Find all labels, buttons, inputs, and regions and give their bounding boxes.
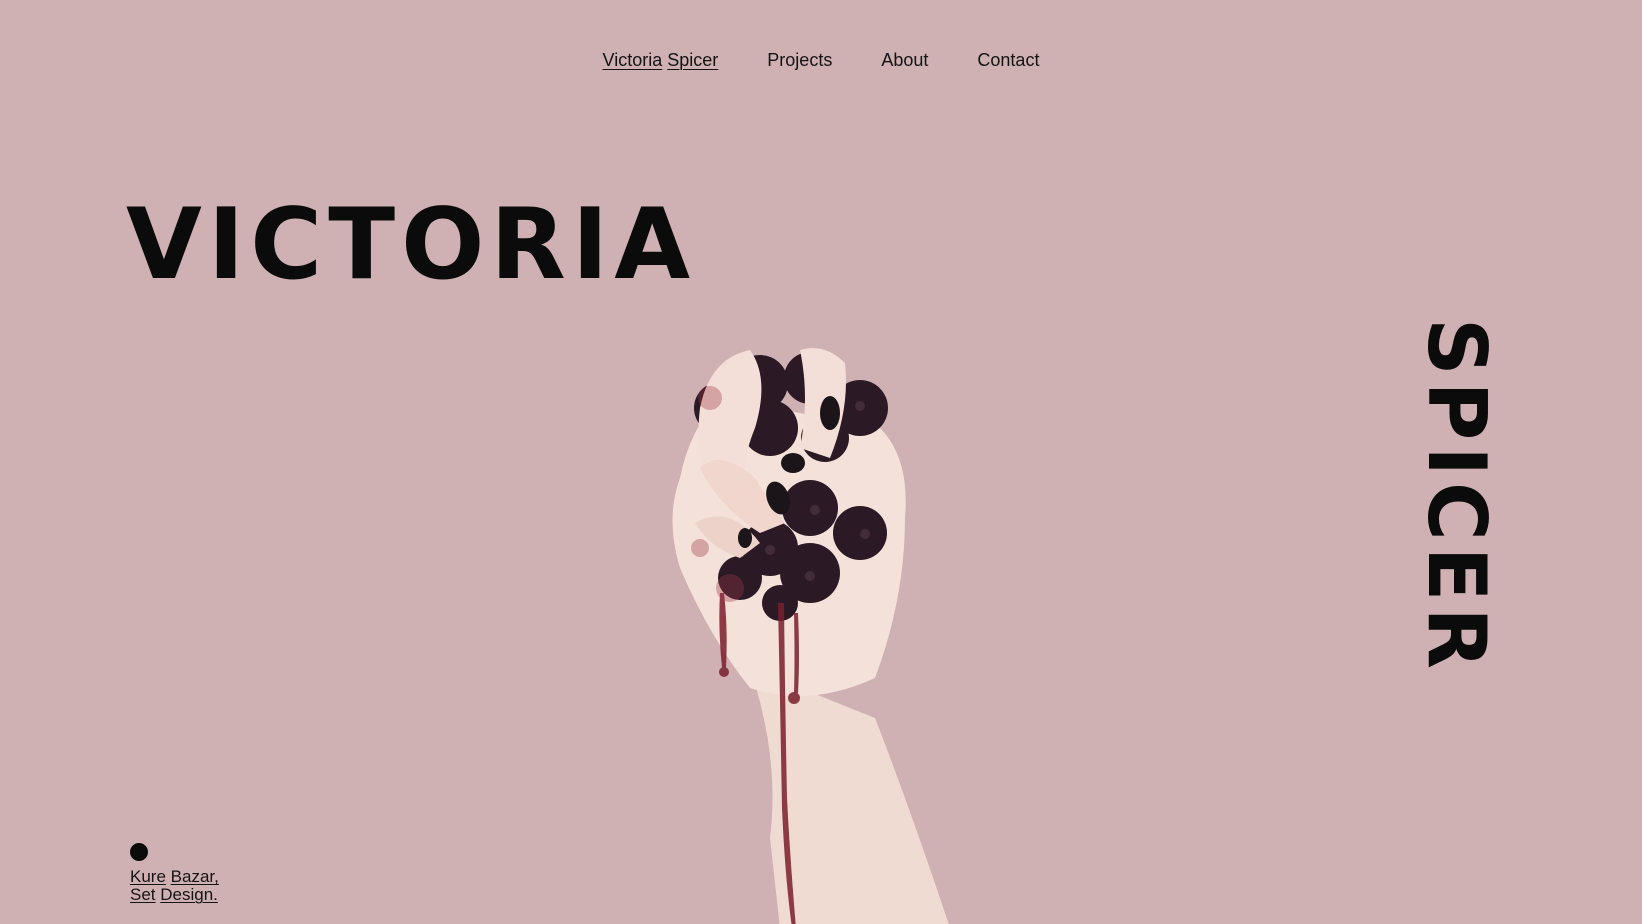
nav-brand-last: Spicer bbox=[667, 50, 719, 70]
nav-projects-link[interactable]: Projects bbox=[767, 50, 832, 71]
caption-line-2: Set Design. bbox=[130, 886, 219, 904]
caption-set-link[interactable]: Set bbox=[130, 885, 156, 904]
project-caption: Kure Bazar, Set Design. bbox=[130, 868, 219, 904]
caption-line-1: Kure Bazar, bbox=[130, 868, 219, 886]
nav-about-link[interactable]: About bbox=[881, 50, 928, 71]
hand-with-blackberries-icon bbox=[660, 338, 970, 924]
caption-bazar-link[interactable]: Bazar, bbox=[171, 867, 219, 886]
caption-kure-link[interactable]: Kure bbox=[130, 867, 166, 886]
hero-name-right: SPICER bbox=[1410, 318, 1503, 675]
caption-design-link[interactable]: Design. bbox=[160, 885, 218, 904]
page-canvas: Victoria Spicer Projects About Contact V… bbox=[0, 0, 1642, 924]
nav-contact-link[interactable]: Contact bbox=[977, 50, 1039, 71]
hero-name-left: VICTORIA bbox=[126, 188, 697, 302]
top-nav: Victoria Spicer Projects About Contact bbox=[0, 50, 1642, 71]
nav-home-link[interactable]: Victoria Spicer bbox=[603, 50, 719, 71]
nav-brand-first: Victoria bbox=[602, 50, 663, 70]
indicator-dot bbox=[130, 843, 148, 861]
